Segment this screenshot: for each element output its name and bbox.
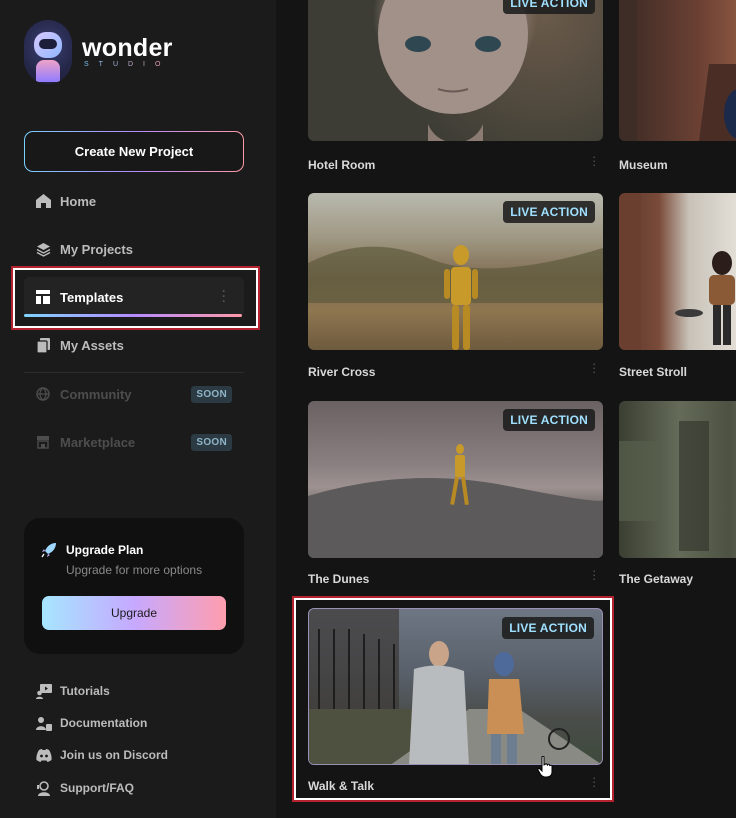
sidebar-divider [24,372,244,373]
museum-scene-icon [619,0,736,141]
live-action-badge: LIVE ACTION [503,201,595,223]
active-indicator [24,314,242,317]
sidebar-item-label: Marketplace [60,434,136,450]
documentation-icon [36,715,52,731]
template-title: Street Stroll [619,365,688,379]
footer-item-discord[interactable]: Join us on Discord [36,747,168,763]
more-options-icon[interactable]: · · · [592,150,596,171]
sidebar-item-label: My Projects [60,241,133,257]
layers-icon [35,241,51,257]
sidebar-item-label: Home [60,193,97,209]
more-options-icon[interactable]: · · · [222,285,226,307]
discord-icon [36,747,52,763]
upgrade-subtitle: Upgrade for more options [66,563,203,577]
template-thumbnail[interactable]: LIVE ACTION [308,193,603,350]
soon-badge: SOON [191,434,232,451]
brand-name: wonder [82,34,173,62]
footer-item-label: Tutorials [60,684,110,698]
template-title: Walk & Talk [308,779,375,793]
footer-item-tutorials[interactable]: Tutorials [36,683,110,699]
template-title: Museum [619,158,668,172]
template-thumbnail[interactable]: LIVE ACTION [308,608,603,765]
more-options-icon[interactable]: · · · [592,771,596,792]
rocket-icon [41,542,57,558]
live-action-badge: LIVE ACTION [502,617,594,639]
store-icon [35,434,51,450]
template-thumbnail[interactable]: LIVE ACTION [308,401,603,558]
sidebar-item-community: Community SOON [24,374,244,414]
sidebar-item-templates[interactable]: Templates · · · [24,277,244,317]
sidebar-item-label: Templates [60,289,124,305]
footer-item-label: Documentation [60,716,148,730]
support-icon [36,780,52,796]
tutorial-icon [36,683,52,699]
template-thumbnail[interactable] [619,193,736,350]
template-icon [35,289,51,305]
sidebar-item-my-assets[interactable]: My Assets [24,325,244,365]
brand-logo[interactable]: wonder STUDIO [24,20,173,84]
sidebar: wonder STUDIO Create New Project Home My… [0,0,276,818]
create-new-project-button[interactable]: Create New Project [24,131,244,172]
getaway-scene-icon [619,421,709,551]
soon-badge: SOON [191,386,232,403]
templates-grid: LIVE ACTION Hotel Room · · · Museum LIVE… [276,0,736,818]
globe-icon [35,386,51,402]
footer-item-label: Support/FAQ [60,781,134,795]
sidebar-item-label: Community [60,386,132,402]
template-title: River Cross [308,365,376,379]
upgrade-title: Upgrade Plan [66,543,144,557]
robot-mascot-icon [24,20,72,84]
more-options-icon[interactable]: · · · [592,564,596,585]
hand-cursor-icon [537,756,553,778]
live-action-badge: LIVE ACTION [503,409,595,431]
footer-item-support[interactable]: Support/FAQ [36,780,134,796]
brand-sub: STUDIO [84,61,173,69]
street-scene-icon [619,193,735,350]
template-title: Hotel Room [308,158,376,172]
template-thumbnail[interactable] [619,401,736,558]
sidebar-item-label: My Assets [60,337,124,353]
template-title: The Getaway [619,572,694,586]
home-icon [35,193,51,209]
sidebar-item-home[interactable]: Home [24,181,244,221]
template-title: The Dunes [308,572,370,586]
sidebar-item-marketplace: Marketplace SOON [24,422,244,462]
upgrade-plan-card: Upgrade Plan Upgrade for more options Up… [24,518,244,654]
live-action-badge: LIVE ACTION [503,0,595,14]
more-options-icon[interactable]: · · · [592,357,596,378]
footer-item-documentation[interactable]: Documentation [36,715,147,731]
alien-figure-icon [378,0,528,141]
footer-item-label: Join us on Discord [60,748,169,762]
sidebar-item-my-projects[interactable]: My Projects [24,229,244,269]
assets-icon [35,337,51,353]
template-thumbnail[interactable] [619,0,736,141]
upgrade-button[interactable]: Upgrade [42,596,226,630]
template-thumbnail[interactable]: LIVE ACTION [308,0,603,141]
